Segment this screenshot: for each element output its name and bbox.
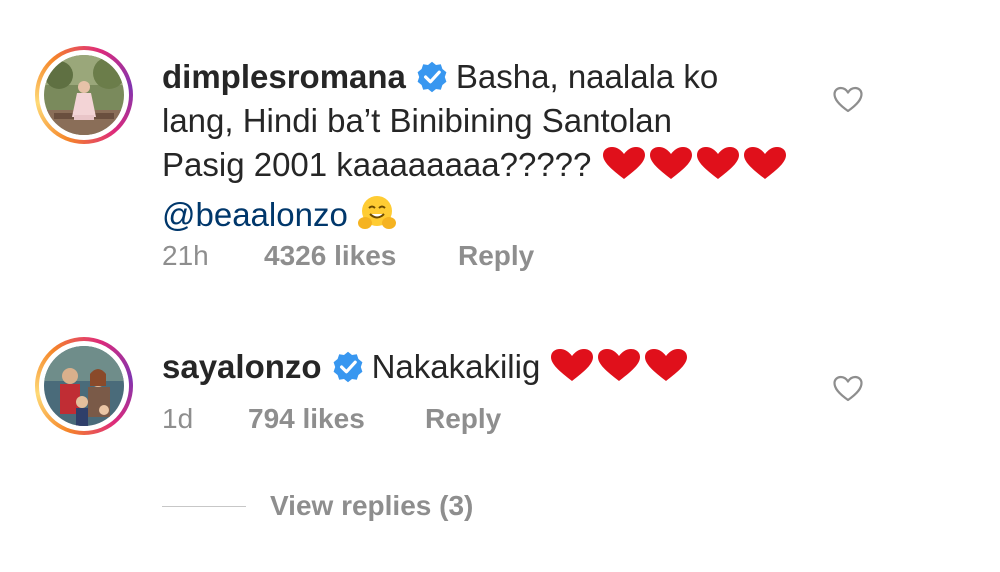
likes-count[interactable]: 794 likes (248, 403, 425, 435)
username[interactable]: sayalonzo (162, 348, 322, 385)
comment-text-line3: Pasig 2001 kaaaaaaaa????? (162, 146, 592, 183)
heart-emoji-group (601, 146, 787, 193)
reply-button[interactable]: Reply (425, 403, 501, 435)
likes-count[interactable]: 4326 likes (264, 240, 458, 272)
comment-time: 21h (162, 240, 209, 271)
mention-link[interactable]: @beaalonzo (162, 196, 348, 233)
avatar-photo-sayalonzo-icon (44, 346, 124, 426)
red-heart-emoji-icon (551, 349, 688, 381)
comment-time: 1d (162, 403, 194, 434)
avatar-ring[interactable] (35, 46, 133, 144)
avatar (44, 346, 124, 426)
reply-button[interactable]: Reply (458, 240, 534, 272)
avatar (44, 55, 124, 135)
avatar-gap (39, 50, 129, 140)
username[interactable]: dimplesromana (162, 58, 406, 95)
heart-emoji-group (549, 348, 689, 395)
comment-body: sayalonzo Nakakakilig (162, 345, 812, 395)
view-replies-button[interactable]: View replies (3) (162, 490, 473, 522)
comment-meta: 1d 794 likes Reply (162, 403, 501, 435)
comment-meta: 21h 4326 likes Reply (162, 240, 534, 272)
hugging-face-emoji-icon (357, 194, 397, 243)
comment-text-line2: lang, Hindi ba’t Binibining Santolan (162, 102, 673, 139)
red-heart-emoji-icon (602, 147, 786, 179)
avatar-ring[interactable] (35, 337, 133, 435)
like-heart-icon[interactable] (833, 86, 863, 114)
verified-badge-icon (333, 351, 362, 383)
comment-text: Nakakakilig (371, 348, 541, 385)
replies-divider-line (162, 505, 246, 507)
comment-body: dimplesromana Basha, naalala ko lang, Hi… (162, 55, 812, 243)
comment-text-line1: Basha, naalala ko (455, 58, 719, 95)
like-heart-icon[interactable] (833, 375, 863, 403)
verified-badge-icon (417, 61, 447, 93)
avatar-gap (39, 341, 129, 431)
avatar-photo-dimplesromana-icon (44, 55, 124, 135)
view-replies-label: View replies (3) (270, 490, 474, 521)
